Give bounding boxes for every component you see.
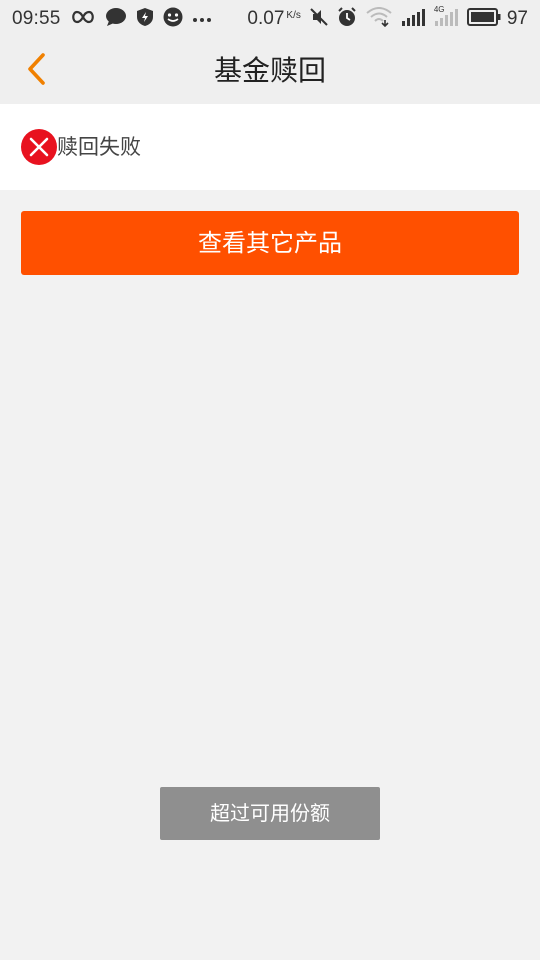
network-label: 4G: [433, 4, 445, 14]
shield-icon: [136, 7, 154, 32]
chevron-left-icon: [25, 52, 47, 90]
status-bar-right: 0.07 K/s 4G 97: [247, 0, 528, 38]
view-other-products-button[interactable]: 查看其它产品: [21, 211, 519, 275]
wifi-icon: [366, 6, 392, 32]
result-message: 赎回失败: [57, 135, 141, 159]
error-x-icon: [21, 129, 57, 165]
back-button[interactable]: [14, 48, 58, 94]
chat-bubble-icon: [105, 7, 127, 32]
infinity-icon: [70, 10, 96, 29]
page-title: 基金赎回: [213, 54, 326, 87]
signal-icon: [401, 8, 425, 31]
more-dots-icon: [192, 10, 212, 28]
net-speed: 0.07: [247, 8, 285, 29]
status-bar-left: 09:55: [12, 0, 212, 38]
app-header: 基金赎回: [0, 38, 540, 104]
battery-level: 97: [506, 8, 528, 29]
alarm-icon: [337, 6, 357, 32]
mute-icon: [310, 7, 328, 31]
toast-message: 超过可用份额: [160, 787, 380, 840]
face-icon: [163, 7, 183, 32]
signal-4g-icon: 4G: [433, 4, 458, 31]
status-time: 09:55: [12, 8, 61, 29]
battery-icon: [466, 7, 501, 31]
status-bar: 09:55 0.07 K/s 4G 97: [0, 0, 540, 38]
net-speed-unit: K/s: [286, 9, 301, 21]
